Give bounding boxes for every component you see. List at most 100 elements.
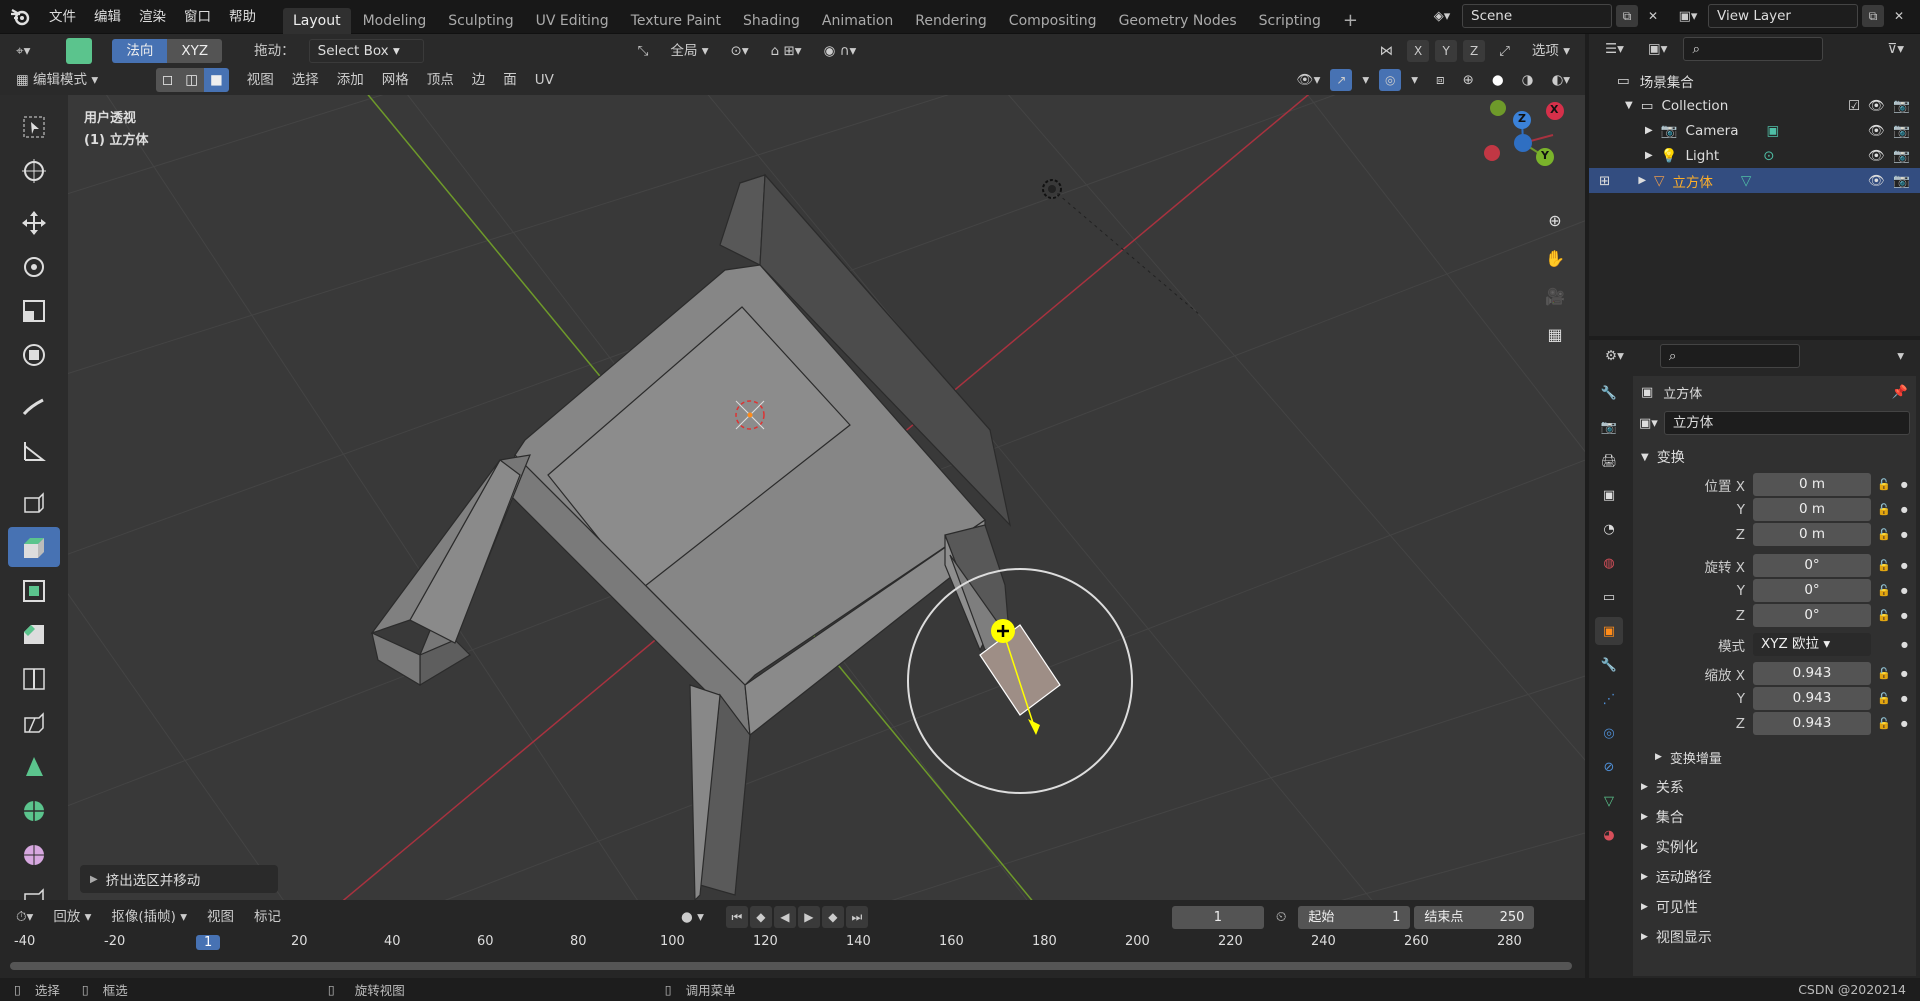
expand-arrow-icon[interactable]: ▶ <box>1645 150 1653 161</box>
mirror-z-button[interactable]: Z <box>1463 40 1486 62</box>
camera-data-icon[interactable]: ▣ <box>1767 123 1780 139</box>
tab-scripting[interactable]: Scripting <box>1249 8 1331 34</box>
eye-icon[interactable]: 👁 <box>1868 123 1885 139</box>
edit-mode-icon[interactable]: ⊞ <box>1599 173 1610 189</box>
scene-tab-icon[interactable]: ◔ <box>1595 515 1623 543</box>
pin-icon[interactable]: 📌 <box>1892 385 1908 400</box>
play-icon[interactable]: ▶ <box>797 906 820 928</box>
face-select-icon[interactable]: ■ <box>203 68 229 92</box>
output-tab-icon[interactable]: 🖨 <box>1595 447 1623 475</box>
tab-shading[interactable]: Shading <box>733 8 810 34</box>
lock-icon[interactable]: 🔓 <box>1877 478 1891 491</box>
collection-tab-icon[interactable]: ▭ <box>1595 583 1623 611</box>
mirror-icon[interactable]: ⋈ <box>1372 38 1402 64</box>
display-mode-icon[interactable]: ▣▾ <box>1640 36 1676 62</box>
delete-view-layer-icon[interactable]: ✕ <box>1888 5 1910 27</box>
constraints-tab-icon[interactable]: ⊘ <box>1595 753 1623 781</box>
rotate-tool-icon[interactable] <box>8 247 60 287</box>
keyframe-dot-icon[interactable]: ● <box>1901 611 1908 620</box>
eye-icon[interactable]: 👁 <box>1868 173 1885 189</box>
vertex-select-icon[interactable]: ◻ <box>156 68 180 92</box>
outliner-editor-icon[interactable]: ☰▾ <box>1597 36 1632 62</box>
frame-ruler[interactable]: -40 -20 1 20 40 60 80 100 120 140 160 18… <box>0 934 1585 956</box>
auto-merge-icon[interactable]: ⤢ <box>1491 38 1518 64</box>
add-workspace-icon[interactable]: + <box>1333 8 1368 34</box>
rotation-x-field[interactable]: 0° <box>1753 554 1871 577</box>
xray-icon[interactable]: ⧈ <box>1428 67 1453 93</box>
play-reverse-icon[interactable]: ◀ <box>773 906 796 928</box>
operator-panel[interactable]: ▶ 挤出选区并移动 <box>80 865 278 893</box>
view-layer-icon[interactable]: ▣▾ <box>1672 4 1704 28</box>
tab-compositing[interactable]: Compositing <box>999 8 1107 34</box>
cursor-tool-icon[interactable] <box>8 151 60 191</box>
filter-icon[interactable]: ⊽▾ <box>1879 36 1912 62</box>
scene-field[interactable]: Scene <box>1462 4 1612 28</box>
current-frame-field[interactable]: 1 <box>1171 905 1264 929</box>
shading-wire-icon[interactable]: ⊕ <box>1455 67 1482 93</box>
pan-hand-icon[interactable]: ✋ <box>1540 243 1570 273</box>
motion-paths-section[interactable]: ▶ 运动路径 <box>1633 862 1916 892</box>
shading-solid-icon[interactable]: ● <box>1484 67 1512 93</box>
drag-select[interactable]: Select Box ▾ <box>308 39 424 63</box>
properties-options-icon[interactable]: ▾ <box>1889 343 1912 369</box>
extrude-region-tool-icon[interactable] <box>8 527 60 567</box>
render-camera-icon[interactable]: 📷 <box>1893 173 1910 189</box>
new-scene-icon[interactable]: ⧉ <box>1616 5 1638 27</box>
modifier-tab-icon[interactable]: 🔧 <box>1595 651 1623 679</box>
expand-arrow-icon[interactable]: ▶ <box>1638 175 1646 186</box>
properties-search[interactable]: ⌕ <box>1659 344 1800 368</box>
eye-icon[interactable]: 👁 <box>1868 98 1885 114</box>
instancing-section[interactable]: ▶ 实例化 <box>1633 832 1916 862</box>
tool-tab-icon[interactable]: 🔧 <box>1595 379 1623 407</box>
outliner-item-cube[interactable]: ⊞ ▶ ▽ 立方体 ▽ 👁 📷 <box>1589 168 1920 193</box>
keyframe-dot-icon[interactable]: ● <box>1901 694 1908 703</box>
light-data-icon[interactable]: ⊙ <box>1763 148 1774 164</box>
rotation-y-field[interactable]: 0° <box>1753 579 1871 602</box>
material-tab-icon[interactable]: ◕ <box>1595 821 1623 849</box>
view-layer-field[interactable]: View Layer <box>1708 4 1858 28</box>
lock-icon[interactable]: 🔓 <box>1877 667 1891 680</box>
properties-editor-icon[interactable]: ⚙▾ <box>1597 343 1632 369</box>
scale-z-field[interactable]: 0.943 <box>1753 712 1871 735</box>
timeline-editor-icon[interactable]: ⏱▾ <box>8 904 41 930</box>
keyframe-dot-icon[interactable]: ● <box>1901 505 1908 514</box>
view-layer-tab-icon[interactable]: ▣ <box>1595 481 1623 509</box>
object-type-icon[interactable]: ▣▾ <box>1639 416 1658 431</box>
visibility-section[interactable]: ▶ 可见性 <box>1633 892 1916 922</box>
mode-dropdown[interactable]: ▦ 编辑模式 ▾ <box>8 67 148 93</box>
proportional-edit-icon[interactable]: ◉ ∩▾ <box>816 38 865 64</box>
menu-face[interactable]: 面 <box>495 67 525 93</box>
loop-cut-tool-icon[interactable] <box>8 659 60 699</box>
end-frame-field[interactable]: 结束点 250 <box>1414 905 1535 929</box>
knife-tool-icon[interactable] <box>8 703 60 743</box>
eye-icon[interactable]: 👁 <box>1868 148 1885 164</box>
world-tab-icon[interactable]: ◍ <box>1595 549 1623 577</box>
expand-arrow-icon[interactable]: ▶ <box>1645 125 1653 136</box>
menu-mesh[interactable]: 网格 <box>374 67 417 93</box>
preview-range-icon[interactable]: ⏲ <box>1268 904 1295 930</box>
menu-edit[interactable]: 编辑 <box>85 0 130 34</box>
options-dropdown[interactable]: 选项 ▾ <box>1524 38 1578 64</box>
menu-vertex[interactable]: 顶点 <box>419 67 462 93</box>
zoom-icon[interactable]: ⊕ <box>1540 205 1570 235</box>
lock-icon[interactable]: 🔓 <box>1877 609 1891 622</box>
gizmo-dropdown-icon[interactable]: ▾ <box>1354 67 1377 93</box>
next-keyframe-icon[interactable]: ◆ <box>821 906 844 928</box>
object-name-field[interactable]: 立方体 <box>1663 411 1910 435</box>
keyframe-dot-icon[interactable]: ● <box>1901 561 1908 570</box>
new-view-layer-icon[interactable]: ⧉ <box>1862 5 1884 27</box>
scene-collection-row[interactable]: ▭ 场景集合 <box>1589 68 1920 93</box>
lock-icon[interactable]: 🔓 <box>1877 503 1891 516</box>
bevel-tool-icon[interactable] <box>8 615 60 655</box>
object-tab-icon[interactable]: ▣ <box>1595 617 1623 645</box>
transform-orientation-dropdown[interactable]: 全局 ▾ <box>662 38 716 64</box>
physics-tab-icon[interactable]: ◎ <box>1595 719 1623 747</box>
tab-geometry-nodes[interactable]: Geometry Nodes <box>1109 8 1247 34</box>
tab-layout[interactable]: Layout <box>283 7 351 34</box>
location-z-field[interactable]: 0 m <box>1753 523 1871 546</box>
navigation-gizmo[interactable]: X Z Y <box>1478 95 1568 185</box>
keyframe-dot-icon[interactable]: ● <box>1901 640 1908 649</box>
extrude-gizmo[interactable] <box>907 568 1133 794</box>
lock-icon[interactable]: 🔓 <box>1877 528 1891 541</box>
prev-keyframe-icon[interactable]: ◆ <box>749 906 772 928</box>
